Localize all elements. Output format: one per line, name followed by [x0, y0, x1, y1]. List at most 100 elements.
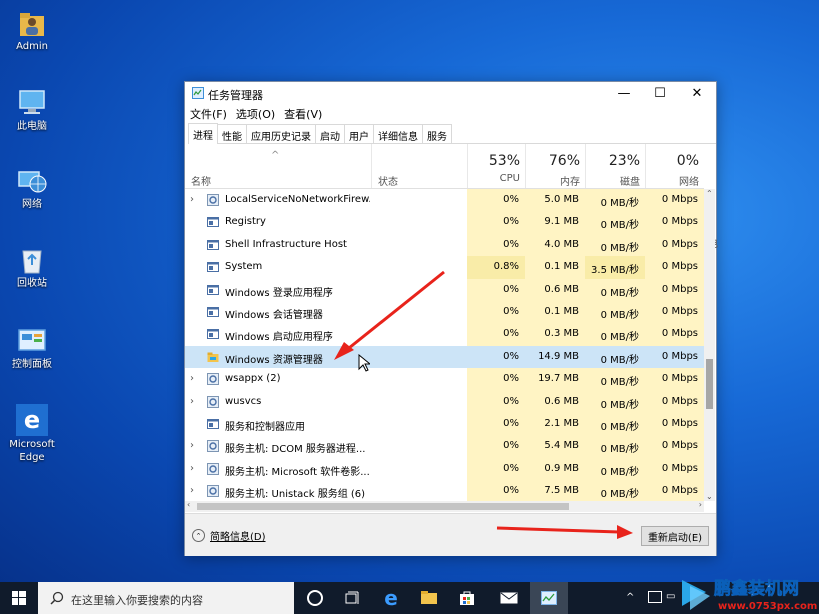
process-row[interactable]: › LocalServiceNoNetworkFirew... 0% 5.0 MB 0 …	[185, 189, 704, 212]
column-name[interactable]: ^ 名称	[185, 144, 371, 188]
taskbar-file-explorer[interactable]	[410, 582, 448, 614]
task-view-button[interactable]	[334, 582, 372, 614]
tab-strip: 进程 性能 应用历史记录 启动 用户 详细信息 服务	[188, 123, 716, 144]
network-cell: 0 Mbps	[645, 300, 704, 324]
menu-file[interactable]: 文件(F)	[185, 104, 231, 122]
network-cell: 0 Mbps	[645, 211, 704, 234]
expand-chevron-icon[interactable]: ›	[190, 373, 194, 384]
tab-processes[interactable]: 进程	[188, 123, 218, 144]
process-row[interactable]: 服务和控制器应用 0% 2.1 MB 0 MB/秒 0 Mbps	[185, 412, 704, 436]
column-disk[interactable]: 23% 磁盘	[585, 144, 646, 188]
desktop-icon-network[interactable]: 网络	[6, 166, 58, 211]
network-cell: 0 Mbps	[645, 480, 704, 501]
fewer-details-button[interactable]: ⌃ 简略信息(D)	[192, 528, 266, 543]
process-name: Windows 登录应用程序	[225, 287, 333, 299]
process-name: 服务主机: DCOM 服务器进程...	[225, 444, 366, 456]
control-panel-icon	[17, 326, 47, 356]
tray-chevron-icon[interactable]: ^	[626, 592, 634, 603]
process-row[interactable]: Shell Infrastructure Host 0% 4.0 MB 0 MB/秒 0…	[185, 233, 704, 257]
chevron-up-icon: ⌃	[192, 529, 205, 542]
expand-chevron-icon[interactable]: ›	[190, 463, 194, 474]
desktop-icon-recycle-bin[interactable]: 回收站	[6, 245, 58, 290]
process-name: Registry	[225, 216, 266, 228]
menu-view[interactable]: 查看(V)	[279, 104, 326, 122]
disk-cell: 0 MB/秒	[585, 189, 645, 212]
tab-users[interactable]: 用户	[344, 124, 374, 143]
network-cell: 0 Mbps	[645, 390, 704, 413]
desktop-icon-control-panel[interactable]: 控制面板	[6, 326, 58, 371]
disk-percent: 23%	[608, 153, 640, 169]
scroll-down-icon[interactable]: ⌄	[706, 492, 713, 501]
process-name: Windows 资源管理器	[225, 354, 323, 366]
network-tray-icon[interactable]: ▭	[666, 591, 675, 602]
title-bar[interactable]: 任务管理器 — ☐ ✕	[185, 82, 716, 104]
tab-performance[interactable]: 性能	[217, 124, 247, 143]
task-view-icon	[345, 591, 359, 604]
memory-cell: 5.4 MB	[525, 435, 585, 458]
process-row[interactable]: › 服务主机: Microsoft 软件卷影... 0% 0.9 MB 0 MB/秒 0 …	[185, 457, 704, 481]
process-row[interactable]: Windows 资源管理器 0% 14.9 MB 0 MB/秒 0 Mbps	[185, 345, 704, 369]
cpu-cell: 0%	[467, 345, 525, 369]
tab-services[interactable]: 服务	[422, 124, 452, 143]
process-row[interactable]: › 服务主机: Unistack 服务组 (6) 0% 7.5 MB 0 MB/秒 0 M…	[185, 480, 704, 501]
battery-icon[interactable]	[648, 591, 662, 603]
horizontal-scrollbar[interactable]: ‹ ›	[185, 500, 704, 512]
vertical-scroll-thumb[interactable]	[706, 359, 713, 409]
taskbar-edge[interactable]: e	[372, 582, 410, 614]
column-cpu[interactable]: 53% CPU	[467, 144, 526, 188]
expand-chevron-icon[interactable]: ›	[190, 396, 194, 407]
watermark-logo: 鹏鑫装机网 www.0753px.com	[682, 578, 817, 612]
column-header: ^ 名称 状态 53% CPU 76% 内存 23% 磁盘 0% 网络 电	[185, 144, 718, 250]
column-status[interactable]: 状态	[371, 144, 468, 188]
taskbar-store[interactable]	[448, 582, 486, 614]
process-row[interactable]: System 0.8% 0.1 MB 3.5 MB/秒 0 Mbps	[185, 256, 704, 279]
process-row[interactable]: Registry 0% 9.1 MB 0 MB/秒 0 Mbps	[185, 211, 704, 234]
vertical-scrollbar[interactable]: ⌃ ⌄	[704, 189, 715, 501]
tab-startup[interactable]: 启动	[315, 124, 345, 143]
scroll-up-icon[interactable]: ⌃	[706, 189, 713, 198]
close-button[interactable]: ✕	[679, 82, 715, 104]
disk-cell: 0 MB/秒	[585, 323, 645, 346]
scroll-right-icon[interactable]: ›	[699, 500, 702, 509]
network-cell: 0 Mbps	[645, 189, 704, 212]
horizontal-scroll-thumb[interactable]	[197, 503, 569, 510]
restart-button[interactable]: 重新启动(E)	[641, 526, 709, 546]
cpu-cell: 0%	[467, 211, 525, 234]
task-manager-window: 任务管理器 — ☐ ✕ 文件(F) 选项(O) 查看(V) 进程 性能 应用历史记录…	[184, 81, 718, 556]
process-row[interactable]: › 服务主机: DCOM 服务器进程... 0% 5.4 MB 0 MB/秒 0 Mbps	[185, 435, 704, 458]
desktop-icon-edge[interactable]: e Microsoft Edge	[6, 404, 58, 464]
fewer-details-label: 简略信息(D)	[210, 532, 266, 543]
column-status-label: 状态	[378, 177, 398, 188]
process-row[interactable]: Windows 登录应用程序 0% 0.6 MB 0 MB/秒 0 Mbps	[185, 278, 704, 301]
column-memory[interactable]: 76% 内存	[525, 144, 586, 188]
taskbar-search-box[interactable]: 在这里输入你要搜索的内容	[38, 582, 294, 614]
memory-cell: 4.0 MB	[525, 233, 585, 257]
scroll-left-icon[interactable]: ‹	[187, 500, 190, 509]
desktop-icon-label: 网络	[22, 199, 42, 210]
process-row[interactable]: Windows 启动应用程序 0% 0.3 MB 0 MB/秒 0 Mbps	[185, 323, 704, 346]
tab-app-history[interactable]: 应用历史记录	[246, 124, 316, 143]
window-icon	[207, 216, 219, 228]
tab-details[interactable]: 详细信息	[373, 124, 423, 143]
process-row[interactable]: › wusvcs 0% 0.6 MB 0 MB/秒 0 Mbps	[185, 390, 704, 413]
process-row[interactable]: Windows 会话管理器 0% 0.1 MB 0 MB/秒 0 Mbps	[185, 300, 704, 324]
memory-cell: 7.5 MB	[525, 480, 585, 501]
expand-chevron-icon[interactable]: ›	[190, 194, 194, 205]
menu-options[interactable]: 选项(O)	[231, 104, 279, 122]
memory-cell: 0.6 MB	[525, 278, 585, 301]
desktop-icon-this-pc[interactable]: 此电脑	[6, 88, 58, 133]
taskbar-task-manager[interactable]	[530, 582, 568, 614]
column-network[interactable]: 0% 网络	[645, 144, 705, 188]
start-button[interactable]	[0, 582, 38, 614]
expand-chevron-icon[interactable]: ›	[190, 440, 194, 451]
taskbar-mail[interactable]	[490, 582, 528, 614]
maximize-button[interactable]: ☐	[642, 82, 678, 104]
expand-chevron-icon[interactable]: ›	[190, 485, 194, 496]
cortana-button[interactable]	[296, 582, 334, 614]
cpu-cell: 0%	[467, 457, 525, 481]
process-row[interactable]: › wsappx (2) 0% 19.7 MB 0 MB/秒 0 Mbps	[185, 368, 704, 391]
gear-icon	[207, 373, 219, 386]
process-name: Windows 会话管理器	[225, 309, 323, 321]
minimize-button[interactable]: —	[606, 82, 642, 104]
desktop-icon-admin[interactable]: Admin	[6, 8, 58, 53]
